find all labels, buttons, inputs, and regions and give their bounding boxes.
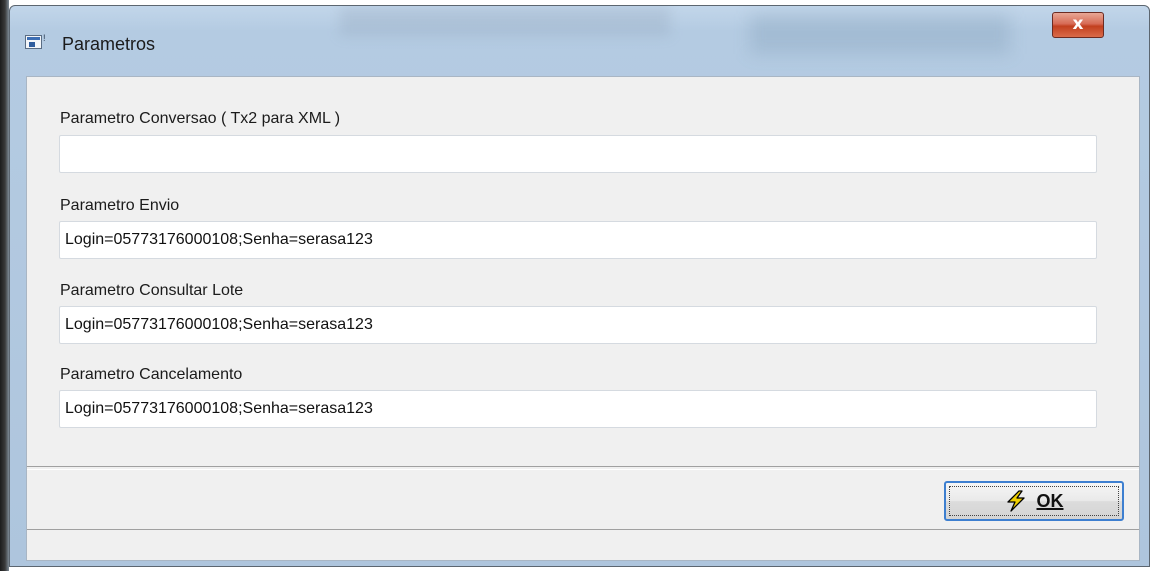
window-title: Parametros [62,34,156,54]
close-button[interactable]: x [1052,12,1104,38]
conversao-label: Parametro Conversao ( Tx2 para XML ) [60,110,341,127]
envio-label: Parametro Envio [60,197,180,214]
desktop-background [0,0,9,571]
background-blur [340,6,670,36]
consultar-lote-label: Parametro Consultar Lote [60,282,244,299]
ok-button[interactable]: OK [944,481,1124,521]
cancelamento-label: Parametro Cancelamento [60,366,243,383]
app-window-icon[interactable]: ! [25,33,46,49]
footer-divider [27,466,1139,470]
consultar-lote-input[interactable] [59,306,1097,344]
background-blur [750,14,1010,54]
title-bar[interactable]: ! Parametros x [10,6,1149,81]
conversao-input[interactable] [59,135,1097,173]
dialog-client-area: Parametro Conversao ( Tx2 para XML ) Par… [26,76,1140,561]
focus-ring [949,486,1119,516]
parametros-dialog: ! Parametros x Parametro Conversao ( Tx2… [9,5,1150,567]
status-bar [27,531,1139,560]
envio-input[interactable] [59,221,1097,259]
cancelamento-input[interactable] [59,390,1097,428]
